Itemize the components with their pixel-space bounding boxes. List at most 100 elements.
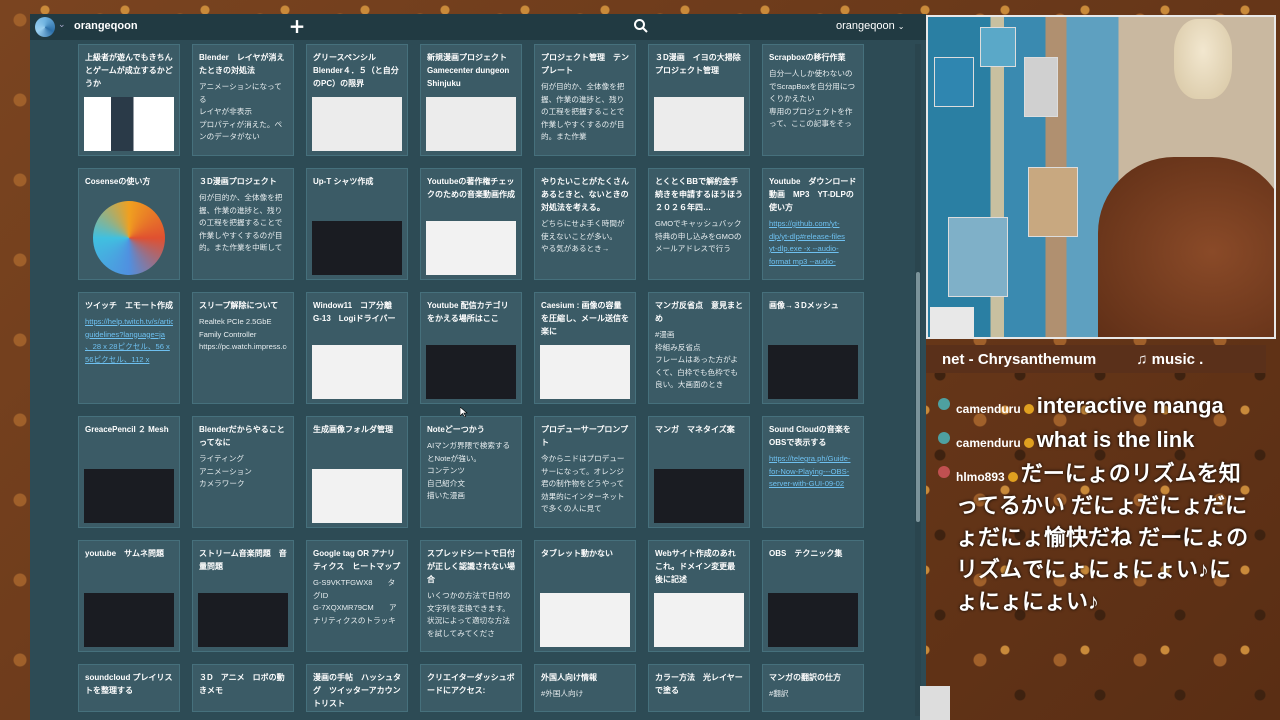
page-card[interactable]: Window11 コア分離 G-13 Logiドライバー [306, 292, 408, 404]
scrollbar-thumb[interactable] [916, 272, 920, 522]
page-card[interactable]: Youtube ダウンロード 動画 MP3 YT-DLPの使い方 https://… [762, 168, 864, 280]
page-card[interactable]: Blenderだからやること ってなに ライティング アニメーション カメラワーク [192, 416, 294, 528]
page-card[interactable]: マンガ反省点 意見まとめ #漫画 枠組み反省点 フレームはあった方がよくて、白枠で… [648, 292, 750, 404]
page-card[interactable]: Cosenseの使い方 [78, 168, 180, 280]
page-card-summary: #漫画 枠組み反省点 フレームはあった方がよくて、白枠でも色枠でも良い。大画面の… [655, 330, 738, 389]
search-icon[interactable] [633, 18, 649, 34]
page-card[interactable]: ３D漫画 イヨの大掃除 プロジェクト管理 [648, 44, 750, 156]
page-card[interactable]: Up-T シャツ作成 [306, 168, 408, 280]
page-card-title: 生成画像フォルダ管理 [313, 425, 393, 434]
page-card[interactable]: タブレット動かない [534, 540, 636, 652]
page-card-title: マンガ マネタイズ案 [655, 425, 735, 434]
page-card[interactable]: soundcloud プレイリストを整理する [78, 664, 180, 712]
chat-message: camenduru interactive manga [932, 390, 1250, 422]
page-card[interactable]: 生成画像フォルダ管理 [306, 416, 408, 528]
mouse-cursor-icon [460, 407, 468, 417]
user-badge-icon [938, 432, 950, 444]
page-card[interactable]: Caesium : 画像の容量を圧縮し、メール送信を楽に [534, 292, 636, 404]
chevron-down-icon[interactable]: ⌄ [58, 20, 66, 30]
page-card-title: youtube サムネ問題 [85, 549, 164, 558]
page-card-summary: https://help.twitch.tv/s/article/emote-g… [85, 317, 173, 364]
page-card-summary: Realtek PCIe 2.5GbE Family Controller ht… [199, 317, 287, 351]
page-card[interactable]: スプレッドシートで日付が正しく認識されない場合 いくつかの方法で日付の文字列を変換… [420, 540, 522, 652]
page-card-title: マンガ反省点 意見まとめ [655, 301, 743, 323]
page-card[interactable]: Google tag OR アナリティクス ヒートマップ G-S9VKTFGWX8… [306, 540, 408, 652]
page-card-title: プロデューサープロンプト [541, 425, 629, 447]
page-card[interactable]: 上級者が遊んでもきちんとゲームが成立するかどうか [78, 44, 180, 156]
search-input[interactable] [318, 17, 652, 37]
page-card-title: Cosenseの使い方 [85, 177, 151, 186]
page-card-title: 画像→３Dメッシュ [769, 301, 839, 310]
page-card-title: GreacePencil ２ Mesh [85, 425, 169, 434]
page-card-title: ３D漫画プロジェクト [199, 177, 277, 186]
project-logo-icon[interactable] [35, 17, 55, 37]
wall-poster [1024, 57, 1058, 117]
page-card[interactable]: OBS テクニック集 [762, 540, 864, 652]
page-card[interactable]: 漫画の手帖 ハッシュタグ ツイッターアカウントリスト [306, 664, 408, 712]
page-card-title: クリエイターダッシュボードにアクセス: [427, 673, 515, 695]
chat-username: hlmo893 [956, 470, 1005, 484]
page-card[interactable]: ３D漫画プロジェクト何が目的か、全体像を把握、作業の進捗と、残りの工程を把握する… [192, 168, 294, 280]
page-card[interactable]: マンガ マネタイズ案 [648, 416, 750, 528]
page-card-summary: 自分一人しか使わないのでScrapBoxを自分用につくりかえたい 専用のプロジェ… [769, 69, 856, 132]
page-card-summary: 何が目的か、全体像を把握、作業の進捗と、残りの工程を把握することで作業しやすくす… [199, 193, 283, 256]
page-card[interactable]: ストリーム音楽問題 音量問題 [192, 540, 294, 652]
new-page-button[interactable]: + [288, 16, 306, 36]
page-card-title: 外国人向け情報 [541, 673, 597, 682]
now-playing-label: ♫ music . [1136, 350, 1204, 368]
page-card[interactable]: プロジェクト管理 テンプレート 何が目的か、全体像を把握、作業の進捗と、残りの工程… [534, 44, 636, 156]
page-card[interactable]: Noteどーつかう AIマンガ界隈で検索するとNoteが強い。 コンテンツ 自己紹… [420, 416, 522, 528]
page-card-summary: #翻訳 [769, 689, 789, 698]
page-card-thumbnail [654, 593, 744, 647]
page-card[interactable]: ３D アニメ ロボの動きメモ [192, 664, 294, 712]
pixel-cat-icon [930, 307, 974, 337]
page-card[interactable]: カラー方法 光レイヤーで塗る [648, 664, 750, 712]
page-card[interactable]: ツイッチ エモート作成 https://help.twitch.tv/s/arti… [78, 292, 180, 404]
chat-username: camenduru [956, 402, 1021, 416]
pixel-cat-icon [920, 686, 950, 720]
user-menu[interactable]: orangeqoon ⌄ [836, 20, 904, 32]
page-card[interactable]: スリープ解除について Realtek PCIe 2.5GbE Family Con… [192, 292, 294, 404]
page-card[interactable]: Webサイト作成のあれこれ。ドメイン変更最後に記述 [648, 540, 750, 652]
wall-poster [934, 57, 974, 107]
page-card-thumbnail [93, 201, 165, 275]
page-card[interactable]: Sound Cloudの音楽をOBSで表示する https://telegra.p… [762, 416, 864, 528]
page-card-thumbnail [84, 469, 174, 523]
user-badge-icon [938, 398, 950, 410]
page-card-title: Youtubeの著作権チェックのための音楽動画作成 [427, 177, 515, 199]
page-card[interactable]: プロデューサープロンプト 今からニドはプロデューサーになって。オレンジ君の制作物を… [534, 416, 636, 528]
page-card-thumbnail [312, 345, 402, 399]
page-card-title: カラー方法 光レイヤーで塗る [655, 673, 743, 695]
page-card-summary: #外国人向け [541, 689, 584, 698]
page-card-title: Noteどーつかう [427, 425, 485, 434]
wall-poster [1028, 167, 1078, 237]
page-card[interactable]: 画像→３Dメッシュ [762, 292, 864, 404]
page-card[interactable]: 新規漫画プロジェクト Gamecenter dungeon Shinjuku [420, 44, 522, 156]
page-card[interactable]: とくとくBBで解約金手続きを申請するほうほう ２０２６年四… GMOでキャッシュバ… [648, 168, 750, 280]
chat-text: what is the link [1036, 427, 1195, 452]
page-card[interactable]: マンガの翻訳の仕方 #翻訳 [762, 664, 864, 712]
page-card-summary: どちらにせよ手く時間が使えないことが多い。 やる気があるとき→ [541, 219, 625, 253]
page-card-title: Window11 コア分離 G-13 Logiドライバー [313, 301, 401, 323]
page-card[interactable]: 外国人向け情報 #外国人向け [534, 664, 636, 712]
page-card-title: タブレット動かない [541, 549, 613, 558]
page-card-title: 上級者が遊んでもきちんとゲームが成立するかどうか [85, 53, 173, 88]
page-card-title: 漫画の手帖 ハッシュタグ ツイッターアカウントリスト [313, 673, 401, 708]
page-card[interactable]: グリースペンシル Blender４．５（と自分のPC）の限界 [306, 44, 408, 156]
page-card[interactable]: やりたいことがたくさんあるときと、ないときの対処法を考える。 どちらにせよ手く時間… [534, 168, 636, 280]
page-card[interactable]: Blender レイヤが消えたときの対処法 アニメーションになってる レイヤが非表… [192, 44, 294, 156]
page-card[interactable]: クリエイターダッシュボードにアクセス: [420, 664, 522, 712]
page-card-thumbnail [312, 469, 402, 523]
page-card[interactable]: Scrapboxの移行作業 自分一人しか使わないのでScrapBoxを自分用につく… [762, 44, 864, 156]
page-card[interactable]: Youtube 配信カテゴリをかえる場所はここ [420, 292, 522, 404]
page-card-summary: アニメーションになってる レイヤが非表示 プロパティが消えた。ペンのデータがない [199, 82, 283, 141]
page-card-title: Webサイト作成のあれこれ。ドメイン変更最後に記述 [655, 549, 736, 584]
page-card[interactable]: Youtubeの著作権チェックのための音楽動画作成 [420, 168, 522, 280]
page-list-grid: 上級者が遊んでもきちんとゲームが成立するかどうか Blender レイヤが消えたと… [78, 44, 866, 712]
page-card[interactable]: youtube サムネ問題 [78, 540, 180, 652]
project-name[interactable]: orangeqoon [74, 20, 138, 32]
page-card-title: ツイッチ エモート作成 [85, 301, 173, 310]
page-card-thumbnail [198, 593, 288, 647]
page-card-thumbnail [768, 593, 858, 647]
page-card[interactable]: GreacePencil ２ Mesh [78, 416, 180, 528]
